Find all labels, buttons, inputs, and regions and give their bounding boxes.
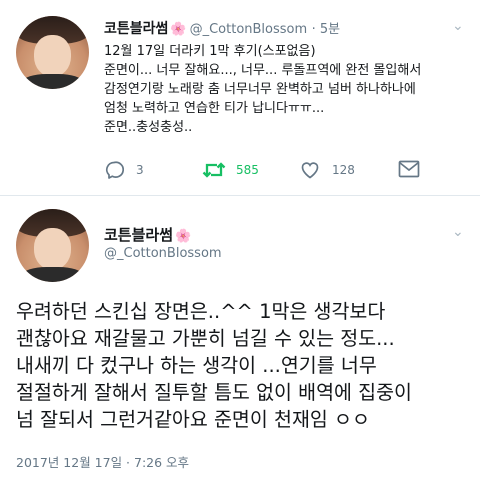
direct-message-button[interactable] bbox=[398, 160, 420, 178]
tweet-line: 절절하게 잘해서 질투할 틈도 없이 배역에 집중이 bbox=[16, 381, 412, 404]
tweet-text: 우려하던 스킨십 장면은..^^ 1막은 생각보다 괜찮아요 재갈물고 가뿐히 … bbox=[16, 298, 472, 433]
avatar[interactable] bbox=[16, 209, 89, 282]
chevron-down-icon[interactable]: ⌄ bbox=[452, 224, 464, 240]
retweet-icon bbox=[202, 160, 226, 180]
blossom-emoji: 🌸 bbox=[170, 22, 187, 37]
blossom-emoji: 🌸 bbox=[175, 229, 192, 244]
like-button[interactable]: 128 bbox=[300, 160, 355, 180]
tweet-line: 감정연기랑 노래랑 춤 너무너무 완벽하고 넘버 하나하나에 bbox=[104, 82, 416, 97]
tweet-actions: 3 585 128 bbox=[0, 160, 480, 184]
tweet-line: 준면..충성충성.. bbox=[104, 120, 193, 135]
tweet-time[interactable]: · 5분 bbox=[312, 22, 341, 37]
user-handle[interactable]: @_CottonBlossom bbox=[190, 22, 308, 37]
tweet-line: 우려하던 스킨십 장면은..^^ 1막은 생각보다 bbox=[16, 300, 386, 323]
like-icon bbox=[300, 160, 320, 180]
tweet-text: 12월 17일 더라키 1막 후기(스포없음) 준면이... 너무 잘해요...… bbox=[104, 42, 466, 137]
display-name[interactable]: 코튼블라썸 🌸 bbox=[104, 224, 194, 245]
tweet-line: 준면이... 너무 잘해요..., 너무... 루돌프역에 완전 몰입해서 bbox=[104, 63, 422, 78]
reply-tweet[interactable]: 코튼블라썸 🌸 @_CottonBlossom · 5분 ⌄ 12월 17일 더라키… bbox=[0, 0, 480, 196]
avatar[interactable] bbox=[16, 16, 89, 89]
tweet-line: 괜찮아요 재갈물고 가뿐히 넘길 수 있는 정도... bbox=[16, 327, 395, 350]
tweet-header: 코튼블라썸 🌸 @_CottonBlossom · 5분 bbox=[104, 18, 340, 38]
tweet-line: 내새끼 다 컸구나 하는 생각이 ...연기를 너무 bbox=[16, 354, 377, 377]
tweet-timestamp[interactable]: 2017년 12월 17일 · 7:26 오후 bbox=[16, 452, 189, 471]
retweet-count: 585 bbox=[236, 163, 259, 177]
tweet-line: 12월 17일 더라키 1막 후기(스포없음) bbox=[104, 44, 316, 59]
reply-count: 3 bbox=[136, 163, 144, 177]
display-name[interactable]: 코튼블라썸 bbox=[104, 21, 168, 37]
divider bbox=[0, 195, 480, 196]
user-handle[interactable]: @_CottonBlossom bbox=[104, 246, 222, 261]
direct-message-icon bbox=[398, 160, 420, 178]
tweet-line: 엄청 노력하고 연습한 티가 납니다ㅠㅠ... bbox=[104, 101, 325, 116]
like-count: 128 bbox=[332, 163, 355, 177]
reply-icon bbox=[104, 160, 124, 180]
reply-button[interactable]: 3 bbox=[104, 160, 144, 180]
display-name-text: 코튼블라썸 bbox=[104, 226, 174, 244]
tweet-line: 넘 잘되서 그런거같아요 준면이 천재임 ㅇㅇ bbox=[16, 408, 370, 431]
retweet-button[interactable]: 585 bbox=[202, 160, 259, 180]
chevron-down-icon[interactable]: ⌄ bbox=[452, 18, 464, 34]
